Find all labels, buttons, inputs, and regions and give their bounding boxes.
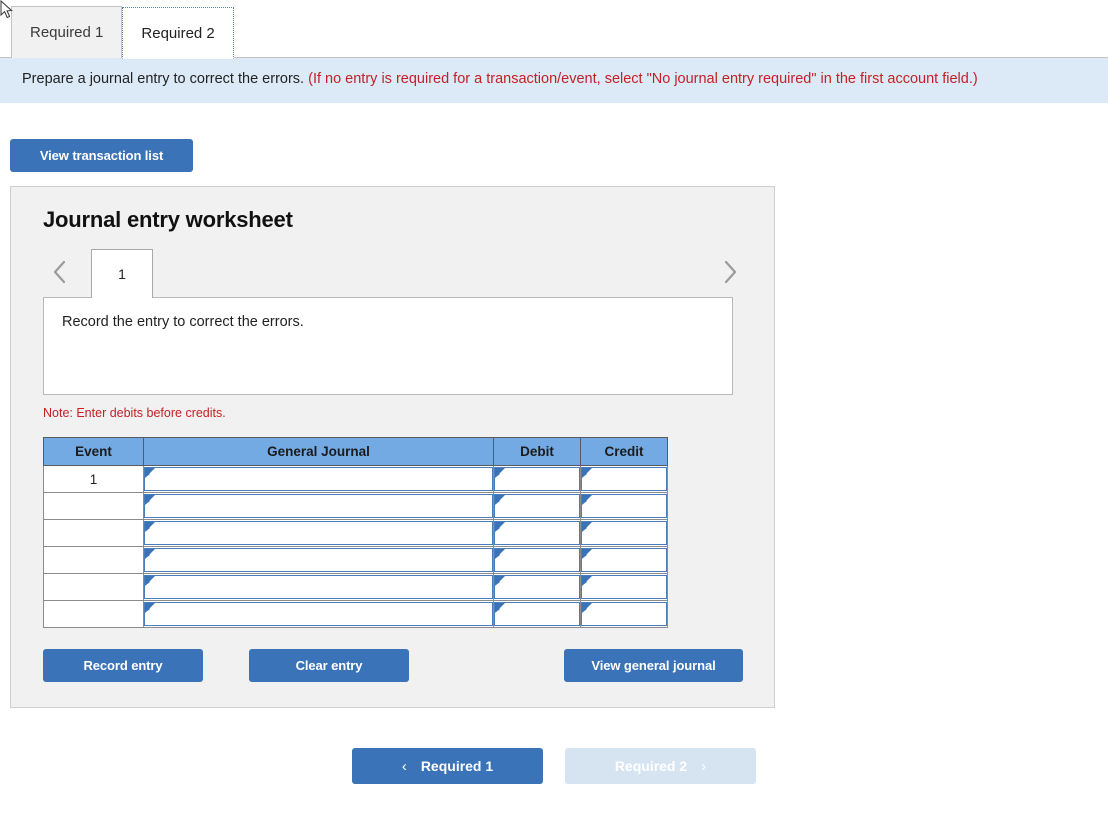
table-row: 1 — [43, 465, 668, 493]
credit-input-cell[interactable] — [580, 519, 668, 547]
chevron-right-icon: › — [701, 757, 707, 775]
account-select-5[interactable] — [144, 575, 493, 599]
credit-input-1[interactable] — [581, 467, 667, 491]
credit-input-6[interactable] — [581, 602, 667, 626]
table-row — [43, 546, 668, 574]
account-select-2[interactable] — [144, 494, 493, 518]
debit-input-cell[interactable] — [493, 546, 581, 574]
account-input-cell[interactable] — [143, 546, 494, 574]
account-input-cell[interactable] — [143, 492, 494, 520]
column-header-credit: Credit — [580, 437, 668, 466]
event-number-cell — [43, 546, 144, 574]
debit-input-4[interactable] — [494, 548, 580, 572]
instruction-banner: Prepare a journal entry to correct the e… — [0, 58, 1108, 103]
event-number-cell — [43, 519, 144, 547]
credit-input-cell[interactable] — [580, 546, 668, 574]
worksheet-page-tab-1[interactable]: 1 — [91, 249, 153, 298]
tab-required-2[interactable]: Required 2 — [122, 7, 234, 59]
credit-input-5[interactable] — [581, 575, 667, 599]
credit-input-cell[interactable] — [580, 465, 668, 493]
account-select-1[interactable] — [144, 467, 493, 491]
credit-input-4[interactable] — [581, 548, 667, 572]
nav-next-required-2-button: Required 2 › — [565, 748, 756, 784]
nav-prev-label: Required 1 — [420, 758, 494, 774]
column-header-debit: Debit — [493, 437, 581, 466]
chevron-left-icon: ‹ — [401, 757, 407, 775]
journal-entry-worksheet-panel: Journal entry worksheet 1 Record the ent… — [10, 186, 775, 708]
credit-input-3[interactable] — [581, 521, 667, 545]
debit-input-2[interactable] — [494, 494, 580, 518]
entry-description-text: Record the entry to correct the errors. — [62, 314, 304, 330]
tab-required-2-label: Required 2 — [141, 24, 215, 42]
bottom-navigation: ‹ Required 1 Required 2 › — [0, 748, 1108, 784]
debit-input-5[interactable] — [494, 575, 580, 599]
view-transaction-list-button[interactable]: View transaction list — [10, 139, 193, 172]
account-select-6[interactable] — [144, 602, 493, 626]
account-select-4[interactable] — [144, 548, 493, 572]
tab-required-1-label: Required 1 — [30, 24, 104, 41]
event-number-cell — [43, 573, 144, 601]
view-general-journal-button[interactable]: View general journal — [564, 649, 743, 682]
credit-input-cell[interactable] — [580, 600, 668, 628]
clear-entry-label: Clear entry — [295, 658, 363, 673]
chevron-right-icon[interactable] — [717, 255, 743, 289]
debit-input-3[interactable] — [494, 521, 580, 545]
table-row — [43, 492, 668, 520]
debit-input-6[interactable] — [494, 602, 580, 626]
view-transaction-list-label: View transaction list — [39, 148, 164, 163]
tab-strip: Required 1 Required 2 — [0, 6, 1108, 59]
event-number-cell — [43, 600, 144, 628]
table-row — [43, 573, 668, 601]
chevron-left-icon[interactable] — [47, 255, 73, 289]
table-row — [43, 600, 668, 628]
worksheet-title: Journal entry worksheet — [43, 207, 293, 232]
credit-input-2[interactable] — [581, 494, 667, 518]
account-select-3[interactable] — [144, 521, 493, 545]
credit-input-cell[interactable] — [580, 492, 668, 520]
debit-input-cell[interactable] — [493, 573, 581, 601]
journal-entry-table: Event General Journal Debit Credit 1 — [43, 437, 668, 628]
nav-next-label: Required 2 — [614, 758, 688, 774]
account-input-cell[interactable] — [143, 519, 494, 547]
worksheet-page-number: 1 — [118, 266, 126, 282]
instruction-text-note: (If no entry is required for a transacti… — [308, 71, 978, 87]
debit-input-1[interactable] — [494, 467, 580, 491]
tab-required-1[interactable]: Required 1 — [11, 6, 123, 58]
debit-input-cell[interactable] — [493, 465, 581, 493]
worksheet-pager: 1 — [43, 249, 743, 298]
account-input-cell[interactable] — [143, 465, 494, 493]
account-input-cell[interactable] — [143, 573, 494, 601]
debit-input-cell[interactable] — [493, 600, 581, 628]
table-row — [43, 519, 668, 547]
account-input-cell[interactable] — [143, 600, 494, 628]
event-number-cell: 1 — [43, 465, 144, 493]
entry-description-box: Record the entry to correct the errors. — [43, 297, 733, 395]
table-header-row: Event General Journal Debit Credit — [43, 437, 668, 466]
clear-entry-button[interactable]: Clear entry — [249, 649, 409, 682]
debit-input-cell[interactable] — [493, 519, 581, 547]
journal-table-body: 1 — [43, 465, 668, 628]
instruction-text-primary: Prepare a journal entry to correct the e… — [22, 71, 305, 87]
nav-prev-required-1-button[interactable]: ‹ Required 1 — [352, 748, 543, 784]
event-number-cell — [43, 492, 144, 520]
column-header-event: Event — [43, 437, 144, 466]
record-entry-button[interactable]: Record entry — [43, 649, 203, 682]
debit-input-cell[interactable] — [493, 492, 581, 520]
record-entry-label: Record entry — [83, 658, 163, 673]
view-general-journal-label: View general journal — [591, 658, 716, 673]
debits-before-credits-note: Note: Enter debits before credits. — [43, 406, 226, 420]
credit-input-cell[interactable] — [580, 573, 668, 601]
column-header-general-journal: General Journal — [143, 437, 494, 466]
